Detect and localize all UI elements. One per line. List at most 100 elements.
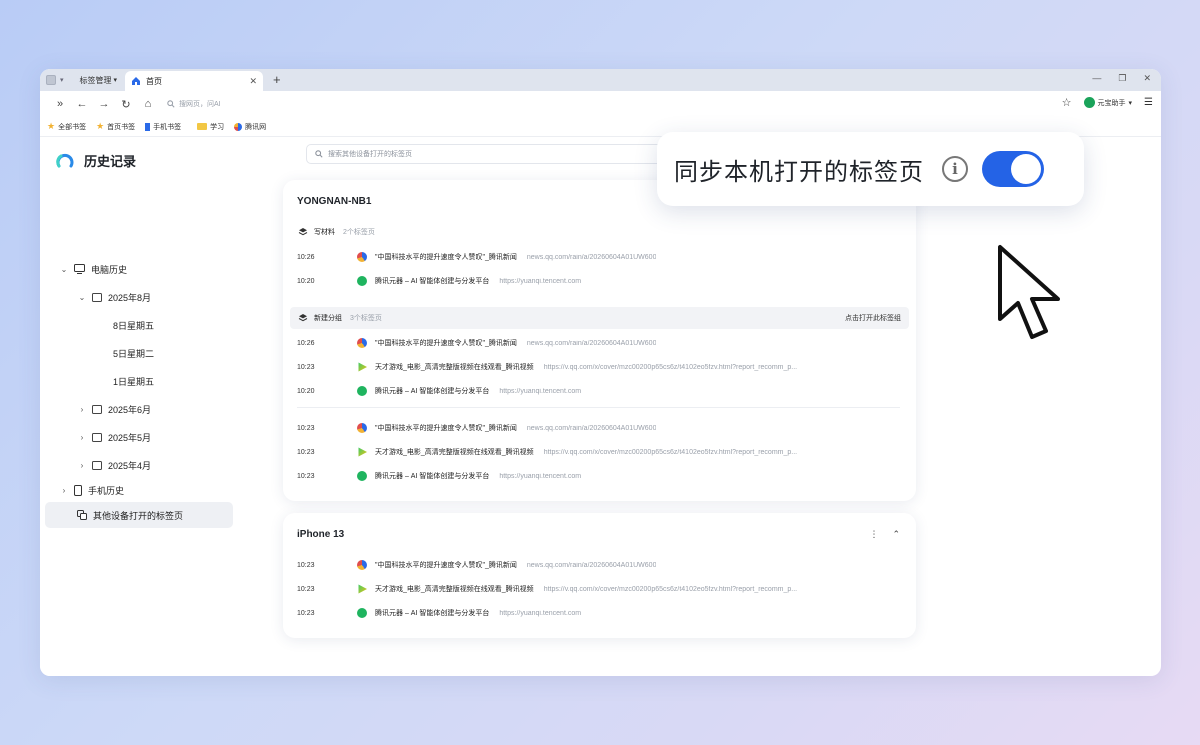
tab-row[interactable]: 10:20 腾讯元器 – AI 智能体创建与分发平台 https://yuanq… bbox=[297, 274, 897, 288]
sidebar-item-day-1[interactable]: 1日星期五 bbox=[113, 373, 154, 389]
tab-row[interactable]: 10:26 "中国科技水平的提升速度令人赞叹"_腾讯新闻 news.qq.com… bbox=[297, 250, 897, 264]
row-time: 10:23 bbox=[297, 561, 315, 569]
bookmark-all[interactable]: ★ 全部书签 bbox=[47, 121, 86, 132]
sidebar-toggle-icon[interactable] bbox=[46, 75, 56, 85]
row-time: 10:23 bbox=[297, 424, 315, 432]
address-toolbar: » ← → ↻ ⌂ 搜网页，问AI ☆ 元宝助手 ▾ ☰ bbox=[40, 91, 1161, 117]
layers-icon bbox=[298, 314, 308, 322]
history-sidebar: 历史记录 ⌄ 电脑历史 ⌄ 2025年8月 8日星期五 5日星期二 1日星期五 … bbox=[40, 137, 250, 676]
sidebar-item-day-5[interactable]: 5日星期二 bbox=[113, 345, 154, 361]
row-url: https://yuanqi.tencent.com bbox=[499, 609, 582, 617]
chevron-right-icon[interactable]: › bbox=[78, 433, 86, 442]
tab-home[interactable]: 首页 ✕ bbox=[125, 71, 264, 91]
open-group-link[interactable]: 点击打开此标签组 bbox=[845, 313, 901, 323]
assistant-button[interactable]: 元宝助手 ▾ bbox=[1083, 97, 1132, 108]
phone-icon bbox=[74, 484, 82, 496]
bookmark-icon bbox=[145, 122, 151, 131]
tab-row[interactable]: 10:23 腾讯元器 – AI 智能体创建与分发平台 https://yuanq… bbox=[297, 469, 897, 483]
chevron-down-icon[interactable]: ⌄ bbox=[78, 293, 86, 302]
sidebar-item-day-8[interactable]: 8日星期五 bbox=[113, 317, 154, 333]
close-icon[interactable]: ✕ bbox=[249, 76, 257, 87]
sidebar-item-label: 2025年8月 bbox=[108, 292, 152, 303]
bookmark-star-icon[interactable]: ☆ bbox=[1062, 96, 1072, 109]
device-card-pc: YONGNAN-NB1 写材料 2个标签页 10:26 "中国科技水平的提升速度… bbox=[283, 180, 916, 501]
chevron-up-icon[interactable]: ⌃ bbox=[892, 529, 900, 540]
tab-row[interactable]: 10:23 "中国科技水平的提升速度令人赞叹"_腾讯新闻 news.qq.com… bbox=[297, 558, 897, 572]
double-chevron-icon[interactable]: » bbox=[49, 98, 71, 110]
home-icon bbox=[132, 77, 141, 85]
sidebar-item-label: 手机历史 bbox=[88, 485, 125, 496]
new-tab-button[interactable]: + bbox=[273, 69, 281, 91]
more-icon[interactable]: ⋮ bbox=[869, 529, 878, 540]
chevron-right-icon[interactable]: › bbox=[60, 486, 68, 495]
row-title: "中国科技水平的提升速度令人赞叹"_腾讯新闻 bbox=[375, 340, 517, 347]
back-icon[interactable]: ← bbox=[71, 98, 93, 110]
calendar-icon bbox=[92, 432, 102, 442]
row-title: 腾讯元器 – AI 智能体创建与分发平台 bbox=[375, 388, 490, 395]
forward-icon[interactable]: → bbox=[93, 98, 115, 110]
search-icon bbox=[167, 100, 175, 108]
yuanbao-icon bbox=[1083, 97, 1095, 108]
row-url: news.qq.com/rain/a/20260604A01UW600 bbox=[526, 339, 657, 347]
bookmark-mobile[interactable]: 手机书签 bbox=[145, 122, 181, 132]
restore-icon[interactable]: ❐ bbox=[1118, 73, 1126, 84]
chevron-down-icon[interactable]: ⌄ bbox=[60, 265, 68, 274]
history-logo-icon bbox=[56, 153, 74, 167]
row-url: news.qq.com/rain/a/20260604A01UW600 bbox=[526, 253, 657, 261]
search-icon bbox=[315, 150, 323, 158]
group-count: 2个标签页 bbox=[343, 229, 375, 236]
row-url: https://yuanqi.tencent.com bbox=[499, 277, 582, 285]
sidebar-item-other-devices[interactable]: 其他设备打开的标签页 bbox=[77, 507, 183, 523]
calendar-icon bbox=[92, 460, 102, 470]
home-button-icon[interactable]: ⌂ bbox=[137, 98, 159, 110]
row-time: 10:20 bbox=[297, 387, 315, 395]
bookmark-study[interactable]: 学习 bbox=[197, 122, 224, 132]
row-url: https://yuanqi.tencent.com bbox=[499, 387, 582, 395]
sidebar-item-2025-08[interactable]: ⌄ 2025年8月 bbox=[78, 289, 151, 305]
row-title: 天才游戏_电影_高清完整版视频在线观看_腾讯视频 bbox=[375, 364, 534, 371]
row-title: 天才游戏_电影_高清完整版视频在线观看_腾讯视频 bbox=[375, 586, 534, 593]
sidebar-item-pc-history[interactable]: ⌄ 电脑历史 bbox=[60, 261, 127, 277]
sidebar-item-label: 8日星期五 bbox=[113, 320, 155, 331]
sidebar-item-mobile-history[interactable]: › 手机历史 bbox=[60, 482, 124, 498]
chevron-right-icon[interactable]: › bbox=[78, 461, 86, 470]
tab-row[interactable]: 10:20 腾讯元器 – AI 智能体创建与分发平台 https://yuanq… bbox=[297, 384, 897, 398]
tab-row[interactable]: 10:23 天才游戏_电影_高清完整版视频在线观看_腾讯视频 https://v… bbox=[297, 445, 897, 459]
minimize-icon[interactable]: — bbox=[1092, 73, 1101, 84]
bookmark-label: 学习 bbox=[210, 123, 225, 131]
tab-row[interactable]: 10:23 "中国科技水平的提升速度令人赞叹"_腾讯新闻 news.qq.com… bbox=[297, 421, 897, 435]
sidebar-item-label: 2025年6月 bbox=[108, 404, 152, 415]
tab-row[interactable]: 10:26 "中国科技水平的提升速度令人赞叹"_腾讯新闻 news.qq.com… bbox=[297, 336, 897, 350]
chevron-right-icon[interactable]: › bbox=[78, 405, 86, 414]
reload-icon[interactable]: ↻ bbox=[115, 98, 137, 111]
row-title: "中国科技水平的提升速度令人赞叹"_腾讯新闻 bbox=[375, 425, 517, 432]
chevron-down-icon[interactable]: ▾ bbox=[60, 76, 64, 84]
bookmark-home[interactable]: ★ 首页书签 bbox=[96, 121, 135, 132]
sidebar-item-2025-06[interactable]: › 2025年6月 bbox=[78, 401, 151, 417]
row-url: news.qq.com/rain/a/20260604A01UW600 bbox=[526, 424, 657, 432]
tab-row[interactable]: 10:23 天才游戏_电影_高清完整版视频在线观看_腾讯视频 https://v… bbox=[297, 360, 897, 374]
row-time: 10:26 bbox=[297, 339, 315, 347]
tencent-icon bbox=[234, 122, 243, 131]
sidebar-item-2025-04[interactable]: › 2025年4月 bbox=[78, 457, 151, 473]
row-title: 天才游戏_电影_高清完整版视频在线观看_腾讯视频 bbox=[375, 449, 534, 456]
search-placeholder: 搜索其他设备打开的标签页 bbox=[328, 151, 412, 158]
omnibox[interactable]: 搜网页，问AI bbox=[167, 99, 221, 109]
info-icon[interactable]: i bbox=[942, 156, 968, 182]
sidebar-item-2025-05[interactable]: › 2025年5月 bbox=[78, 429, 151, 445]
bookmark-tencent[interactable]: 腾讯网 bbox=[234, 122, 266, 132]
device-name: YONGNAN-NB1 bbox=[297, 196, 372, 207]
sync-toggle[interactable] bbox=[982, 151, 1044, 187]
mouse-cursor-icon bbox=[998, 245, 1060, 339]
menu-icon[interactable]: ☰ bbox=[1144, 97, 1153, 108]
tab-group-header[interactable]: 写材料 2个标签页 bbox=[290, 221, 909, 243]
tab-group-header[interactable]: 新建分组 3个标签页 点击打开此标签组 bbox=[290, 307, 909, 329]
tab-manager-button[interactable]: 标签管理 ▾ bbox=[80, 69, 118, 91]
title-bar: ▾ 标签管理 ▾ 首页 ✕ + — ❐ ✕ bbox=[40, 69, 1161, 91]
tab-row[interactable]: 10:23 腾讯元器 – AI 智能体创建与分发平台 https://yuanq… bbox=[297, 606, 897, 620]
row-title: "中国科技水平的提升速度令人赞叹"_腾讯新闻 bbox=[375, 254, 517, 261]
sidebar-item-label: 其他设备打开的标签页 bbox=[93, 510, 184, 521]
sidebar-item-label: 5日星期二 bbox=[113, 348, 155, 359]
tab-row[interactable]: 10:23 天才游戏_电影_高清完整版视频在线观看_腾讯视频 https://v… bbox=[297, 582, 897, 596]
close-window-icon[interactable]: ✕ bbox=[1143, 73, 1151, 84]
